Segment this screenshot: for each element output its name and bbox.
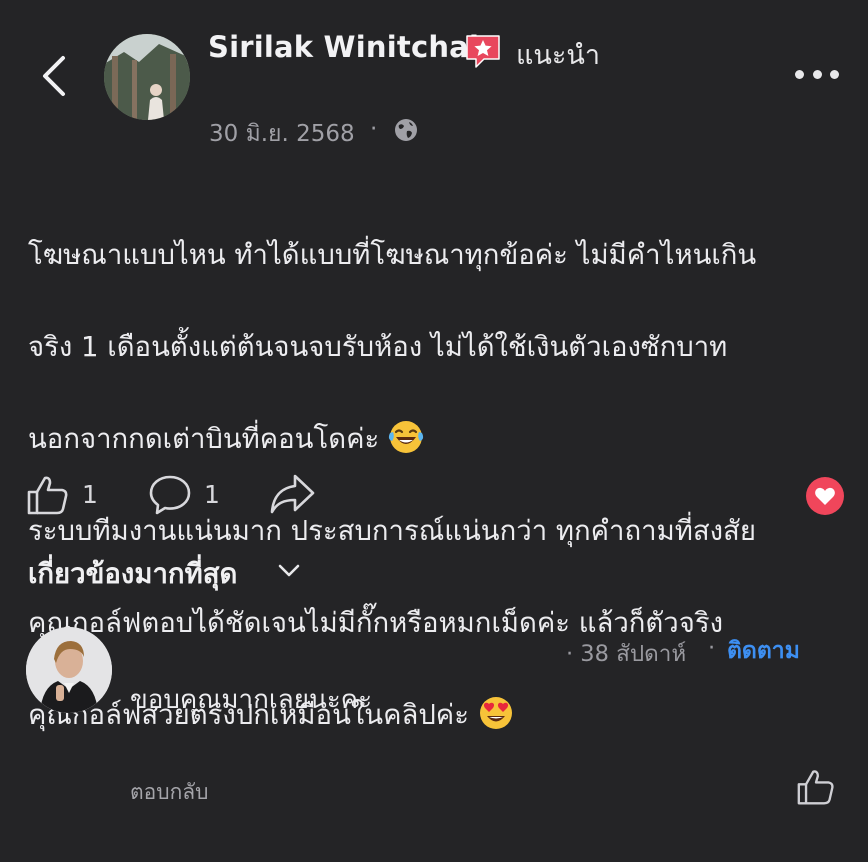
recommend-star-badge-icon bbox=[464, 33, 502, 69]
share-arrow-icon bbox=[270, 474, 315, 514]
comment-button[interactable] bbox=[148, 474, 192, 516]
avatar-photo bbox=[104, 34, 190, 120]
more-options-button[interactable] bbox=[795, 66, 839, 82]
author-avatar[interactable] bbox=[104, 34, 190, 120]
comment-sort-dropdown[interactable]: เกี่ยวข้องมากที่สุด bbox=[28, 552, 237, 596]
love-reaction-icon bbox=[806, 477, 844, 515]
date-separator: · bbox=[370, 116, 378, 142]
chevron-left-icon bbox=[43, 56, 65, 96]
laughing-tears-emoji bbox=[388, 421, 424, 453]
reply-button[interactable]: ตอบกลับ bbox=[130, 776, 209, 809]
like-button[interactable] bbox=[26, 474, 70, 516]
post-line: โฆษณาแบบไหน ทำได้แบบที่โฆษณาทุกข้อค่ะ ไม… bbox=[28, 239, 757, 271]
back-button[interactable] bbox=[34, 52, 74, 100]
comment-separator: · bbox=[708, 635, 716, 661]
comment-like-button[interactable] bbox=[796, 768, 836, 806]
comment-count: 1 bbox=[204, 480, 220, 509]
globe-icon bbox=[393, 117, 419, 143]
follow-button[interactable]: ติดตาม bbox=[727, 633, 800, 669]
post-line: นอกจากกดเต่าบินที่คอนโดค่ะ bbox=[28, 423, 380, 455]
like-count: 1 bbox=[82, 480, 98, 509]
author-name[interactable]: Sirilak Winitchai bbox=[208, 30, 479, 64]
comment-time: · 38 สัปดาห์ bbox=[566, 641, 687, 667]
avatar-photo bbox=[26, 627, 112, 713]
chevron-down-icon[interactable] bbox=[276, 560, 302, 582]
recommend-label: แนะนำ bbox=[516, 40, 600, 71]
share-button[interactable] bbox=[268, 472, 316, 516]
post-line: จริง 1 เดือนตั้งแต่ต้นจนจบรับห้อง ไม่ได้… bbox=[28, 331, 728, 363]
comment-text: ขอบคุณมากเลยนะคะ bbox=[130, 685, 373, 715]
post-line-with-emoji: นอกจากกดเต่าบินที่คอนโดค่ะ bbox=[28, 416, 858, 462]
more-dots-icon bbox=[795, 69, 804, 79]
comment-bubble-icon bbox=[149, 475, 191, 515]
post-date[interactable]: 30 มิ.ย. 2568 bbox=[209, 116, 355, 152]
more-dots-icon bbox=[830, 69, 839, 79]
thumbs-up-icon bbox=[797, 770, 834, 805]
commenter-avatar[interactable] bbox=[26, 627, 112, 713]
more-dots-icon bbox=[812, 69, 822, 79]
heart-eyes-emoji bbox=[479, 697, 512, 729]
thumbs-up-icon bbox=[27, 476, 68, 515]
